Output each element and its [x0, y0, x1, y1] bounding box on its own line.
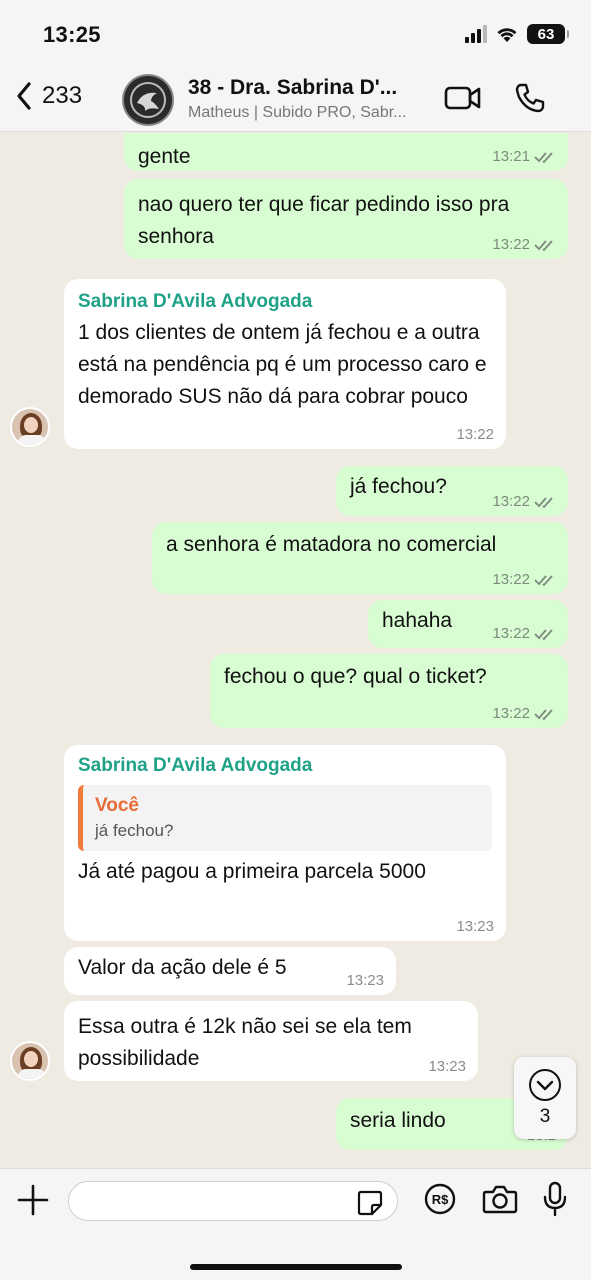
plus-icon[interactable]: [16, 1183, 50, 1217]
unread-badge: 3: [539, 1106, 551, 1127]
message-incoming[interactable]: Valor da ação dele é 5 13:23: [64, 947, 396, 995]
message-time: 13:22: [456, 426, 494, 443]
svg-text:R$: R$: [432, 1192, 449, 1207]
chat-participants[interactable]: Matheus | Subido PRO, Sabr...: [188, 104, 407, 122]
message-incoming[interactable]: Essa outra é 12k não sei se ela tem poss…: [64, 1001, 478, 1081]
double-check-icon: [534, 240, 553, 252]
message-meta: 13:21: [492, 147, 556, 167]
quoted-sender: Você: [95, 795, 140, 816]
camera-icon[interactable]: [482, 1183, 518, 1215]
battery-icon: 63: [527, 24, 569, 44]
message-outgoing[interactable]: gente 13:21: [124, 133, 568, 171]
message-meta: 13:22: [492, 704, 556, 724]
message-meta: 13:22: [492, 570, 556, 590]
message-time: 13:22: [492, 236, 530, 253]
chat-header: 233 38 - Dra. Sabrina D'... Matheus | Su…: [0, 68, 591, 132]
double-check-icon: [534, 575, 553, 587]
sticker-icon[interactable]: [356, 1189, 384, 1217]
chevron-left-icon: [17, 82, 31, 110]
video-call-icon[interactable]: [444, 84, 482, 112]
message-time: 13:22: [492, 625, 530, 642]
message-text: Essa outra é 12k não sei se ela tem poss…: [78, 1015, 412, 1070]
message-meta: 13:22: [492, 235, 556, 255]
message-meta: 13:23: [456, 917, 494, 937]
message-time: 13:23: [346, 972, 384, 989]
unread-count: 233: [42, 82, 83, 109]
message-meta: 13:22: [492, 624, 556, 644]
phone-call-icon[interactable]: [514, 82, 546, 114]
scroll-down-button[interactable]: 3: [514, 1057, 576, 1139]
message-text: Valor da ação dele é 5: [78, 956, 287, 979]
message-incoming[interactable]: Sabrina D'Avila Advogada Você já fechou?…: [64, 745, 506, 941]
group-avatar[interactable]: [122, 74, 174, 126]
message-outgoing[interactable]: fechou o que? qual o ticket? 13:22: [210, 654, 568, 728]
double-check-icon: [534, 709, 553, 721]
message-time: 13:22: [492, 571, 530, 588]
message-time: 13:21: [492, 148, 530, 165]
sender-name: Sabrina D'Avila Advogada: [78, 291, 313, 312]
message-outgoing[interactable]: hahaha 13:22: [368, 600, 568, 648]
message-time: 13:23: [456, 918, 494, 935]
payment-icon[interactable]: R$: [424, 1183, 456, 1215]
double-check-icon: [534, 629, 553, 641]
message-time: 13:22: [492, 705, 530, 722]
quoted-message[interactable]: Você já fechou?: [78, 785, 492, 851]
wifi-icon: [497, 28, 517, 42]
message-text: Já até pagou a primeira parcela 5000: [78, 860, 426, 883]
chat-title[interactable]: 38 - Dra. Sabrina D'...: [188, 76, 397, 100]
sender-avatar[interactable]: [10, 407, 50, 447]
sender-avatar[interactable]: [10, 1041, 50, 1081]
sender-name: Sabrina D'Avila Advogada: [78, 755, 313, 776]
message-meta: 13:23: [346, 971, 384, 991]
message-outgoing[interactable]: a senhora é matadora no comercial 13:22: [152, 522, 568, 594]
chevron-down-circle-icon: [529, 1069, 561, 1101]
microphone-icon[interactable]: [542, 1181, 568, 1217]
message-outgoing[interactable]: nao quero ter que ficar pedindo isso pra…: [124, 179, 568, 259]
message-incoming[interactable]: Sabrina D'Avila Advogada 1 dos clientes …: [64, 279, 506, 449]
message-text: a senhora é matadora no comercial: [166, 533, 497, 556]
message-time: 13:23: [428, 1058, 466, 1075]
status-bar: 13:25 63: [0, 0, 591, 68]
message-input[interactable]: [68, 1181, 398, 1221]
home-indicator: [190, 1264, 402, 1270]
message-meta: 13:23: [428, 1057, 466, 1077]
message-time: 13:22: [492, 493, 530, 510]
message-list[interactable]: gente 13:21 nao quero ter que ficar pedi…: [0, 133, 591, 1168]
quoted-text: já fechou?: [95, 821, 174, 840]
double-check-icon: [534, 152, 553, 164]
message-text: fechou o que? qual o ticket?: [224, 665, 487, 688]
status-icons: 63: [465, 24, 569, 44]
cellular-signal-icon: [465, 25, 487, 43]
status-time: 13:25: [43, 22, 101, 47]
message-meta: 13:22: [456, 425, 494, 445]
message-text: 1 dos clientes de ontem já fechou e a ou…: [78, 321, 487, 408]
message-outgoing[interactable]: já fechou? 13:22: [336, 466, 568, 516]
bird-logo-icon: [130, 82, 166, 118]
double-check-icon: [534, 497, 553, 509]
message-meta: 13:22: [492, 492, 556, 512]
compose-bar: R$: [0, 1168, 591, 1280]
back-button[interactable]: 233: [14, 80, 82, 112]
